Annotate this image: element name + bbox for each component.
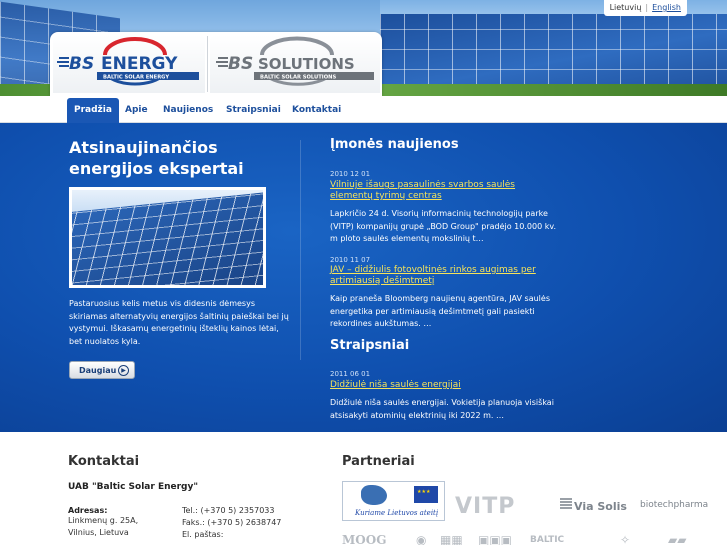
- news-date: 2010 12 01: [330, 170, 371, 178]
- contacts-title: Kontaktai: [68, 454, 140, 469]
- bs-solutions-logo-graphic: BS SOLUTIONS BALTIC SOLAR SOLUTIONS: [216, 36, 374, 86]
- lang-lithuanian[interactable]: Lietuvių: [610, 3, 642, 12]
- lithuania-map-icon: [361, 485, 387, 505]
- column-divider: [300, 140, 301, 360]
- partner-biotechpharma-logo[interactable]: biotechpharma: [640, 500, 708, 510]
- partner-logo-faint[interactable]: ▦▦: [440, 533, 463, 545]
- news-excerpt: Kaip praneša Bloomberg naujienų agentūra…: [330, 294, 550, 328]
- partner-viasolis-logo[interactable]: Via Solis: [560, 497, 627, 513]
- eu-slogan: Kuriame Lietuvos ateitį: [355, 509, 439, 517]
- bs-energy-logo[interactable]: BS ENERGY BALTIC SOLAR ENERGY: [53, 35, 205, 93]
- address-line: Vilnius, Lietuva: [68, 528, 129, 537]
- nav-item-home[interactable]: Pradžia: [67, 98, 119, 123]
- partner-vitp-logo[interactable]: VITP: [455, 494, 515, 519]
- email-label: El. paštas:: [182, 530, 224, 539]
- news-excerpt: Lapkričio 24 d. Visorių informacinių tec…: [330, 209, 556, 243]
- logo-solutions-tagline: BALTIC SOLAR SOLUTIONS: [260, 75, 336, 81]
- logo-energy-word: ENERGY: [101, 54, 178, 74]
- news-link[interactable]: Vilniuje išaugs pasaulinės svarbos saulė…: [330, 180, 555, 202]
- partners-title: Partneriai: [342, 454, 415, 469]
- article-link[interactable]: Didžiulė niša saulės energijai: [330, 380, 555, 391]
- phone-number: Tel.: (+370 5) 2357033: [182, 506, 275, 515]
- partner-eu-funds-logo[interactable]: Kuriame Lietuvos ateitį: [342, 481, 445, 521]
- language-switcher: Lietuvių | English: [603, 0, 687, 16]
- arrow-right-circle-icon: ▶: [118, 365, 129, 376]
- partner-logo-faint[interactable]: ◉: [416, 533, 426, 545]
- article-date: 2011 06 01: [330, 370, 371, 378]
- bs-energy-logo-graphic: BS ENERGY BALTIC SOLAR ENERGY: [57, 37, 199, 86]
- lang-separator: |: [645, 3, 649, 12]
- viasolis-label: Via Solis: [574, 500, 627, 513]
- address-line: Linkmenų g. 25A,: [68, 516, 139, 525]
- logo-energy-mark: BS: [69, 54, 94, 74]
- articles-section-title: Straipsniai: [330, 338, 410, 353]
- nav-item-articles[interactable]: Straipsniai: [219, 98, 288, 123]
- more-button-label: Daugiau: [79, 366, 117, 375]
- bs-solutions-logo[interactable]: BS SOLUTIONS BALTIC SOLAR SOLUTIONS: [210, 35, 380, 93]
- partner-logo-faint[interactable]: ✧: [620, 533, 630, 545]
- nav-item-about[interactable]: Apie: [118, 98, 155, 123]
- logo-solutions-word: SOLUTIONS: [258, 55, 355, 73]
- solar-panels-photo: [69, 187, 266, 288]
- nav-item-contacts[interactable]: Kontaktai: [285, 98, 348, 123]
- nav-item-news[interactable]: Naujienos: [156, 98, 220, 123]
- main-navigation: Pradžia Apie Naujienos Straipsniai Konta…: [0, 96, 727, 123]
- logo-divider: [207, 36, 208, 92]
- logo-energy-tagline: BALTIC SOLAR ENERGY: [103, 75, 169, 81]
- hero-title: Atsinaujinančios energijos ekspertai: [69, 138, 244, 178]
- address-label: Adresas:: [68, 506, 108, 515]
- eu-flag-icon: [414, 486, 438, 503]
- company-name: UAB "Baltic Solar Energy": [68, 482, 199, 492]
- news-date: 2010 11 07: [330, 256, 371, 264]
- fax-number: Faks.: (+370 5) 2638747: [182, 518, 282, 527]
- hero-description: Pastaruosius kelis metus vis didesnis dė…: [69, 299, 289, 346]
- partner-baltic-logo[interactable]: BALTIC: [530, 535, 564, 545]
- partner-logo-faint[interactable]: MOOG: [342, 533, 386, 545]
- news-section-title: Įmonės naujienos: [330, 137, 459, 152]
- article-excerpt: Didžiulė niša saulės energijai. Vokietij…: [330, 398, 554, 420]
- logo-solutions-mark: BS: [228, 54, 253, 74]
- partner-logo-faint[interactable]: ▣▣▣: [478, 533, 512, 545]
- partner-logo-faint[interactable]: ▰▰: [668, 533, 686, 545]
- viasolis-mark-icon: [560, 497, 572, 509]
- news-link[interactable]: JAV – didžiulis fotovoltinės rinkos augi…: [330, 265, 555, 287]
- more-button[interactable]: Daugiau ▶: [69, 361, 135, 379]
- lang-english-link[interactable]: English: [652, 3, 681, 12]
